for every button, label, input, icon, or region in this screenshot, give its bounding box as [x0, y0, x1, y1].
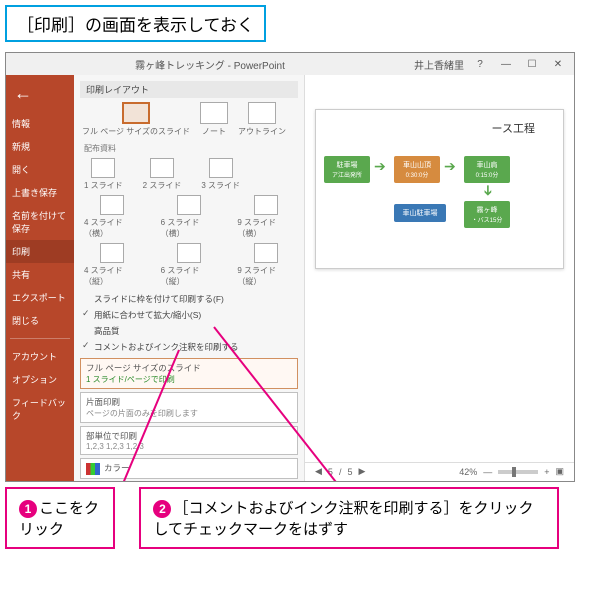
dropdown-color[interactable]: カラー	[80, 458, 298, 479]
sidebar-item-options[interactable]: オプション	[6, 368, 74, 391]
dropdown-sides[interactable]: 片面印刷 ページの片面のみを印刷します	[80, 392, 298, 423]
callout-2-text: ［コメントおよびインク注釈を印刷する］をクリックしてチェックマークをはずす	[153, 500, 533, 538]
handout-9v[interactable]: 9 スライド（縦）	[237, 243, 294, 287]
callout-2: 2［コメントおよびインク注釈を印刷する］をクリックしてチェックマークをはずす	[139, 487, 559, 549]
sidebar-item-print[interactable]: 印刷	[6, 240, 74, 263]
next-page-button[interactable]: ▶	[358, 466, 365, 477]
annotation-callouts: 1ここをクリック 2［コメントおよびインク注釈を印刷する］をクリックしてチェック…	[5, 487, 595, 549]
dropdown-collate[interactable]: 部単位で印刷 1,2,3 1,2,3 1,2,3	[80, 426, 298, 455]
zoom-value: 42%	[459, 467, 477, 477]
powerpoint-window: 霧ヶ峰トレッキング - PowerPoint 井上香緒里 ? — ☐ ✕ ← 情…	[5, 52, 575, 482]
preview-statusbar: ◀ 5 / 5 ▶ 42% — + ▣	[305, 462, 574, 477]
handout-4v[interactable]: 4 スライド（縦）	[84, 243, 141, 287]
close-button[interactable]: ✕	[548, 59, 568, 70]
zoom-out-button[interactable]: —	[483, 467, 492, 477]
sidebar-item-info[interactable]: 情報	[6, 112, 74, 135]
opt-scale[interactable]: 用紙に合わせて拡大/縮小(S)	[80, 307, 298, 323]
sidebar-item-close[interactable]: 閉じる	[6, 309, 74, 332]
sidebar-item-share[interactable]: 共有	[6, 263, 74, 286]
help-button[interactable]: ?	[470, 59, 490, 70]
opt-quality[interactable]: 高品質	[80, 323, 298, 339]
handout-3[interactable]: 3 スライド	[201, 158, 240, 191]
flow-diagram: 駐車場ア江出発所 ➔ 車山山頂0:30:0分 ➔ 車山肩0:15:0分 車山駐車…	[324, 146, 555, 256]
dropdown-layout[interactable]: フル ページ サイズのスライド 1 スライド/ページで印刷	[80, 358, 298, 389]
page-current: 5	[328, 467, 333, 477]
handout-1[interactable]: 1 スライド	[84, 158, 123, 191]
node-parking2: 車山駐車場	[394, 204, 446, 222]
slide-preview: ース工程 駐車場ア江出発所 ➔ 車山山頂0:30:0分 ➔ 車山肩0:15:0分…	[315, 109, 564, 269]
sidebar-item-feedback[interactable]: フィードバック	[6, 391, 74, 427]
sidebar-item-account[interactable]: アカウント	[6, 345, 74, 368]
node-shoulder: 車山肩0:15:0分	[464, 156, 510, 183]
back-button[interactable]: ←	[6, 81, 74, 112]
node-park: 駐車場ア江出発所	[324, 156, 370, 183]
sidebar-item-saveas[interactable]: 名前を付けて保存	[6, 204, 74, 240]
layout-notes[interactable]: ノート	[200, 102, 228, 137]
handout-6v[interactable]: 6 スライド（縦）	[161, 243, 218, 287]
user-name: 井上香緒里	[414, 57, 464, 72]
sidebar-item-new[interactable]: 新規	[6, 135, 74, 158]
prev-page-button[interactable]: ◀	[315, 466, 322, 477]
main-area: 印刷レイアウト フル ページ サイズのスライド ノート アウトライン 配布資料 …	[74, 75, 574, 481]
layout-outline[interactable]: アウトライン	[238, 102, 286, 137]
window-title: 霧ヶ峰トレッキング - PowerPoint	[6, 57, 414, 72]
zoom-slider[interactable]	[498, 470, 538, 474]
minimize-button[interactable]: —	[496, 59, 516, 70]
handout-9h[interactable]: 9 スライド（横）	[237, 195, 294, 239]
color-swatch-icon	[86, 463, 100, 475]
handout-2[interactable]: 2 スライド	[143, 158, 182, 191]
dropdown-layout-sub: 1 スライド/ページで印刷	[86, 374, 292, 385]
page-total: 5	[347, 467, 352, 477]
layout-full-page[interactable]: フル ページ サイズのスライド	[82, 102, 190, 137]
callout-1-number: 1	[19, 500, 37, 518]
handout-label: 配布資料	[84, 143, 298, 154]
callout-1: 1ここをクリック	[5, 487, 115, 549]
opt-frame[interactable]: スライドに枠を付けて印刷する(F)	[80, 291, 298, 307]
sidebar-divider	[10, 338, 70, 339]
maximize-button[interactable]: ☐	[522, 59, 542, 70]
handout-6h[interactable]: 6 スライド（横）	[161, 195, 218, 239]
node-kirigamine: 霧ヶ峰・バス15分	[464, 201, 510, 228]
backstage-sidebar: ← 情報 新規 開く 上書き保存 名前を付けて保存 印刷 共有 エクスポート 閉…	[6, 75, 74, 481]
page-sep: /	[339, 467, 342, 477]
print-settings-panel: 印刷レイアウト フル ページ サイズのスライド ノート アウトライン 配布資料 …	[74, 75, 304, 481]
arrow-icon: ➔	[374, 158, 386, 175]
layout-panel-header: 印刷レイアウト	[80, 81, 298, 98]
fit-button[interactable]: ▣	[555, 466, 564, 477]
node-summit: 車山山頂0:30:0分	[394, 156, 440, 183]
print-preview: ース工程 駐車場ア江出発所 ➔ 車山山頂0:30:0分 ➔ 車山肩0:15:0分…	[304, 75, 574, 481]
sidebar-item-save[interactable]: 上書き保存	[6, 181, 74, 204]
callout-2-number: 2	[153, 500, 171, 518]
handout-4h[interactable]: 4 スライド（横）	[84, 195, 141, 239]
opt-comments-ink[interactable]: コメントおよびインク注釈を印刷する	[80, 339, 298, 355]
sidebar-item-export[interactable]: エクスポート	[6, 286, 74, 309]
sidebar-item-open[interactable]: 開く	[6, 158, 74, 181]
dropdown-layout-title: フル ページ サイズのスライド	[86, 362, 292, 374]
titlebar: 霧ヶ峰トレッキング - PowerPoint 井上香緒里 ? — ☐ ✕	[6, 53, 574, 75]
top-instruction: ［印刷］の画面を表示しておく	[5, 5, 266, 42]
zoom-in-button[interactable]: +	[544, 467, 549, 477]
arrow-down-icon: ➔	[479, 185, 496, 197]
slide-title: ース工程	[324, 120, 555, 136]
arrow-icon: ➔	[444, 158, 456, 175]
